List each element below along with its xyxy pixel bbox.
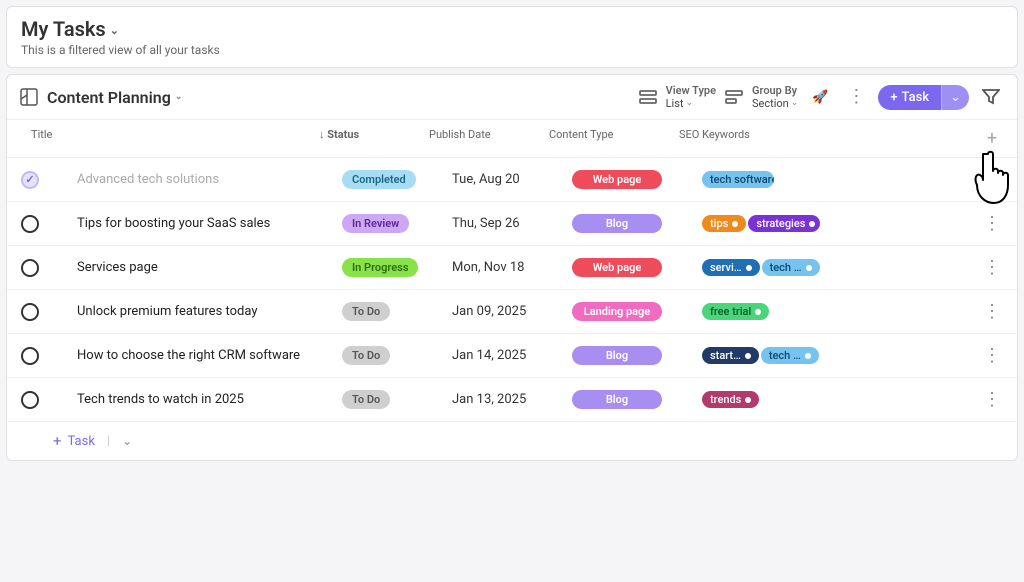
rocket-icon[interactable]: 🚀: [806, 83, 834, 111]
seo-tag[interactable]: tech software: [702, 171, 774, 188]
status-badge[interactable]: To Do: [342, 390, 390, 409]
section-icon: [724, 87, 744, 107]
chevron-down-icon: ⌄: [791, 98, 799, 109]
task-title[interactable]: How to choose the right CRM software: [77, 348, 300, 363]
complete-toggle[interactable]: [21, 215, 39, 233]
col-status[interactable]: ↓ Status: [319, 128, 429, 149]
status-badge[interactable]: To Do: [342, 302, 390, 321]
col-title[interactable]: Title: [17, 128, 319, 149]
seo-tag[interactable]: tech …: [761, 347, 819, 364]
seo-tag[interactable]: tech …: [762, 259, 820, 276]
table-row[interactable]: How to choose the right CRM software To D…: [7, 334, 1017, 378]
view-type-label: View Type: [666, 84, 716, 97]
task-title[interactable]: Advanced tech solutions: [77, 172, 219, 187]
status-badge[interactable]: Completed: [342, 170, 416, 189]
header-card: My Tasks ⌄ This is a filtered view of al…: [6, 6, 1018, 68]
table-row[interactable]: Advanced tech solutions Completed Tue, Aug…: [7, 158, 1017, 202]
seo-tag[interactable]: servi…: [702, 259, 760, 276]
col-publish-date[interactable]: Publish Date: [429, 128, 549, 149]
section-title-dropdown[interactable]: Content Planning ⌄: [47, 88, 182, 107]
new-task-label: Task: [902, 90, 930, 105]
task-title[interactable]: Unlock premium features today: [77, 304, 258, 319]
chevron-down-icon[interactable]: ⌄: [122, 434, 132, 448]
view-type-value: List: [666, 97, 684, 110]
seo-tag[interactable]: strategies: [748, 215, 820, 232]
status-badge[interactable]: In Progress: [342, 258, 418, 277]
content-type-badge[interactable]: Blog: [572, 346, 662, 365]
table-header: Title ↓ Status Publish Date Content Type…: [7, 119, 1017, 158]
add-task-row[interactable]: + Task | ⌄: [7, 422, 1017, 460]
seo-tag[interactable]: tips: [702, 215, 746, 232]
table-row[interactable]: Tech trends to watch in 2025 To Do Jan 13,…: [7, 378, 1017, 422]
main-card: Content Planning ⌄ View Type List⌄ Group…: [6, 74, 1018, 461]
table-row[interactable]: Services page In Progress Mon, Nov 18Web p…: [7, 246, 1017, 290]
publish-date[interactable]: Jan 09, 2025: [452, 304, 572, 319]
col-seo-keywords[interactable]: SEO Keywords: [679, 128, 967, 149]
seo-tag[interactable]: free trial: [702, 303, 769, 320]
publish-date[interactable]: Thu, Sep 26: [452, 216, 572, 231]
list-icon: [638, 87, 658, 107]
add-column-button[interactable]: +: [967, 128, 1017, 149]
task-title[interactable]: Tech trends to watch in 2025: [77, 392, 244, 407]
group-by-dropdown[interactable]: Group By Section⌄: [752, 84, 798, 110]
page-subtitle: This is a filtered view of all your task…: [21, 43, 1003, 57]
publish-date[interactable]: Mon, Nov 18: [452, 260, 572, 275]
publish-date[interactable]: Jan 13, 2025: [452, 392, 572, 407]
complete-toggle[interactable]: [21, 171, 39, 189]
more-options-button[interactable]: ⋮: [842, 83, 870, 111]
new-task-button-group: + Task ⌄: [878, 85, 969, 110]
view-type-dropdown[interactable]: View Type List⌄: [666, 84, 716, 110]
chevron-down-icon: ⌄: [950, 90, 961, 105]
table-body: Advanced tech solutions Completed Tue, Aug…: [7, 158, 1017, 422]
new-task-dropdown[interactable]: ⌄: [941, 85, 969, 110]
table-row[interactable]: Tips for boosting your SaaS sales In Revi…: [7, 202, 1017, 246]
plus-icon: +: [53, 432, 62, 450]
seo-tag[interactable]: trends: [702, 391, 759, 408]
content-type-badge[interactable]: Web page: [572, 258, 662, 277]
content-type-badge[interactable]: Blog: [572, 390, 662, 409]
col-content-type[interactable]: Content Type: [549, 128, 679, 149]
col-status-label: Status: [327, 128, 359, 141]
divider: |: [107, 434, 110, 449]
status-badge[interactable]: To Do: [342, 346, 390, 365]
row-more-button[interactable]: ⋮: [967, 391, 1017, 409]
new-task-button[interactable]: + Task: [878, 85, 941, 110]
complete-toggle[interactable]: [21, 391, 39, 409]
panel-layout-icon[interactable]: [19, 87, 39, 107]
page-title: My Tasks: [21, 17, 106, 41]
section-title: Content Planning: [47, 88, 171, 107]
plus-icon: +: [890, 90, 897, 105]
task-title[interactable]: Tips for boosting your SaaS sales: [77, 216, 270, 231]
task-title[interactable]: Services page: [77, 260, 158, 275]
status-badge[interactable]: In Review: [342, 214, 409, 233]
group-by-label: Group By: [752, 84, 798, 97]
complete-toggle[interactable]: [21, 259, 39, 277]
page-title-row[interactable]: My Tasks ⌄: [21, 17, 1003, 41]
chevron-down-icon: ⌄: [685, 98, 693, 109]
row-more-button[interactable]: ⋮: [967, 303, 1017, 321]
toolbar: Content Planning ⌄ View Type List⌄ Group…: [7, 75, 1017, 119]
group-by-value: Section: [752, 97, 789, 110]
complete-toggle[interactable]: [21, 303, 39, 321]
complete-toggle[interactable]: [21, 347, 39, 365]
row-more-button[interactable]: ⋮: [967, 259, 1017, 277]
content-type-badge[interactable]: Web page: [572, 170, 662, 189]
publish-date[interactable]: Tue, Aug 20: [452, 172, 572, 187]
seo-tag[interactable]: start…: [702, 347, 759, 364]
row-more-button[interactable]: ⋮: [967, 347, 1017, 365]
table-row[interactable]: Unlock premium features today To Do Jan 09…: [7, 290, 1017, 334]
publish-date[interactable]: Jan 14, 2025: [452, 348, 572, 363]
chevron-down-icon: ⌄: [110, 24, 119, 37]
filter-icon[interactable]: [977, 83, 1005, 111]
chevron-down-icon: ⌄: [175, 92, 183, 102]
row-more-button[interactable]: ⋮: [967, 215, 1017, 233]
add-task-label: Task: [68, 434, 95, 449]
content-type-badge[interactable]: Landing page: [572, 302, 662, 321]
sort-arrow-down-icon: ↓: [319, 128, 327, 141]
content-type-badge[interactable]: Blog: [572, 214, 662, 233]
